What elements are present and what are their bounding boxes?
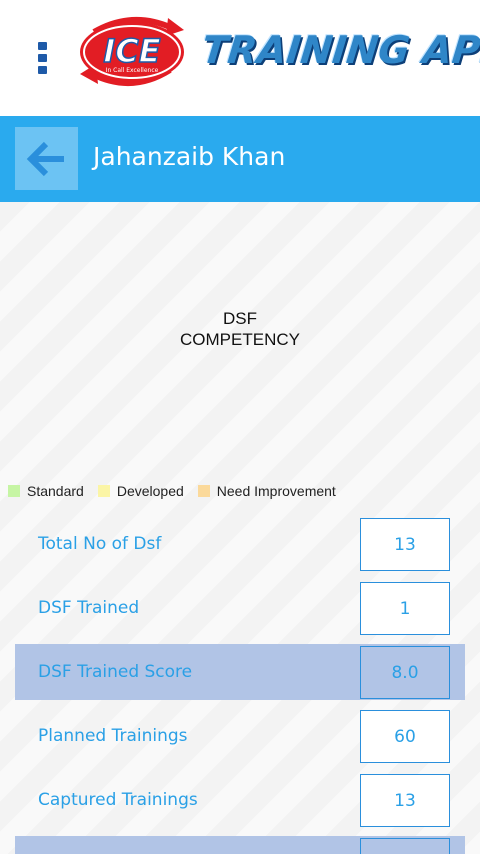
stat-row-dsf-trained[interactable]: DSF Trained 1 xyxy=(15,580,465,636)
stat-row-partial[interactable] xyxy=(15,836,465,854)
back-button[interactable] xyxy=(15,127,78,190)
stat-row-captured-trainings[interactable]: Captured Trainings 13 xyxy=(15,772,465,828)
stat-row-planned-trainings[interactable]: Planned Trainings 60 xyxy=(15,708,465,764)
stat-value: 13 xyxy=(360,518,450,571)
chart-title-line1: DSF xyxy=(223,309,257,328)
stat-value: 1 xyxy=(360,582,450,635)
stat-value xyxy=(360,838,450,854)
stat-row-dsf-trained-score[interactable]: DSF Trained Score 8.0 xyxy=(15,644,465,700)
menu-icon[interactable] xyxy=(36,42,48,74)
legend-swatch xyxy=(197,485,210,497)
stat-label: DSF Trained xyxy=(38,598,140,618)
stat-value: 13 xyxy=(360,774,450,827)
stat-label: DSF Trained Score xyxy=(38,662,193,682)
app-title: TRAINING APP xyxy=(199,28,480,72)
legend-item-developed: Developed xyxy=(97,483,184,499)
stat-label: Planned Trainings xyxy=(38,726,188,746)
legend-label: Developed xyxy=(116,483,184,499)
page-title: Jahanzaib Khan xyxy=(93,142,286,171)
stat-label: Total No of Dsf xyxy=(38,534,162,554)
legend-item-need-improvement: Need Improvement xyxy=(197,483,336,499)
legend-swatch xyxy=(8,485,20,497)
stat-value: 8.0 xyxy=(360,646,450,699)
svg-text:ICE: ICE xyxy=(103,32,160,70)
chart-title: DSF COMPETENCY xyxy=(0,308,480,350)
legend-swatch xyxy=(97,485,110,497)
app-top-bar: ICE In Call Excellence TRAINING APP xyxy=(0,0,480,116)
stats-list: Total No of Dsf 13 DSF Trained 1 DSF Tra… xyxy=(15,516,465,854)
page-header: Jahanzaib Khan xyxy=(0,116,480,202)
legend-label: Standard xyxy=(27,483,84,499)
legend-item-standard: Standard xyxy=(8,483,84,499)
ice-logo: ICE In Call Excellence xyxy=(76,14,188,88)
legend-label: Need Improvement xyxy=(216,483,336,499)
stat-value: 60 xyxy=(360,710,450,763)
svg-text:In Call Excellence: In Call Excellence xyxy=(106,67,159,74)
chart-title-line2: COMPETENCY xyxy=(180,330,300,349)
arrow-left-icon xyxy=(26,141,64,176)
chart-legend: Standard Developed Need Improvement xyxy=(8,481,350,501)
stat-row-total-dsf[interactable]: Total No of Dsf 13 xyxy=(15,516,465,572)
stat-label: Captured Trainings xyxy=(38,790,198,810)
